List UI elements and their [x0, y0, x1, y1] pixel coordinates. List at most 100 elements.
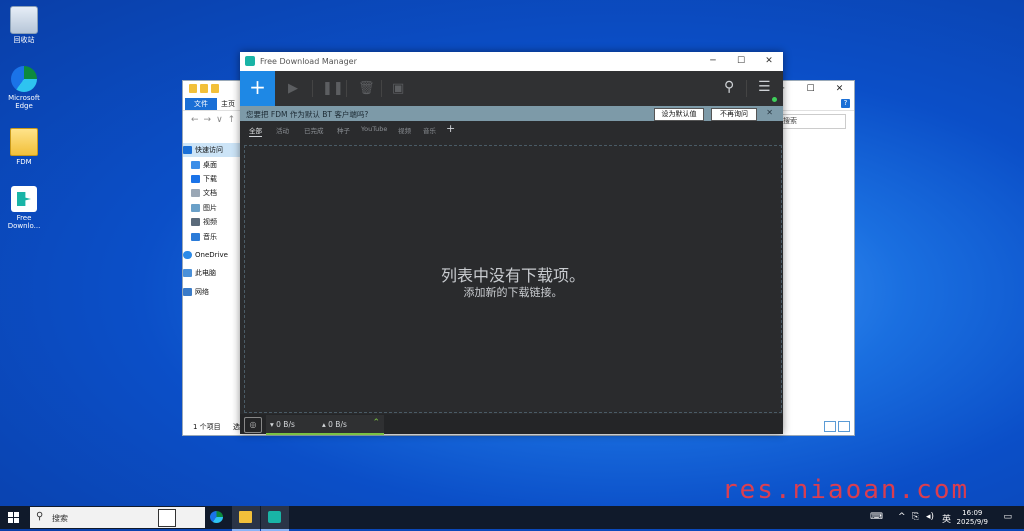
download-list[interactable]: 列表中没有下载项。 添加新的下载链接。	[244, 145, 782, 413]
explorer-search-input[interactable]: 搜索	[779, 114, 846, 129]
banner-text: 您要把 FDM 作为默认 BT 客户端吗?	[246, 110, 369, 119]
desktop-icon-label: Microsoft Edge	[8, 94, 40, 110]
fdm-window: Free Download Manager ─ ☐ ✕ + ▶ ❚❚ 🗑 ▣ ⚲…	[240, 52, 783, 435]
desktop-icon-label: FDM	[16, 158, 32, 166]
desktop-icon	[191, 160, 200, 169]
nav-item-network[interactable]: 网络	[183, 285, 241, 299]
picture-icon	[191, 203, 200, 212]
nav-item-onedrive[interactable]: OneDrive	[183, 248, 241, 262]
explorer-status-selected: 选	[233, 423, 240, 431]
desktop-icon-recycle-bin[interactable]: 回收站	[4, 6, 44, 44]
taskbar-clock[interactable]: 16:09 2025/9/9	[957, 509, 988, 527]
tab-youtube[interactable]: YouTube	[361, 125, 387, 133]
banner-close-icon[interactable]: ✕	[766, 108, 773, 117]
nav-arrows[interactable]: ←→∨↑	[191, 115, 240, 125]
search-icon: ⚲	[36, 511, 44, 522]
folder-icon	[10, 128, 38, 156]
desktop-icon-fdm-folder[interactable]: FDM	[4, 128, 44, 166]
explorer-status: 1 个项目	[193, 423, 221, 431]
network-icon	[183, 287, 192, 296]
desktop-icon-edge[interactable]: Microsoft Edge	[4, 66, 44, 110]
minimize-button[interactable]: ─	[699, 52, 727, 71]
taskbar: ⚲ 搜索 ⌨ ^ ⎘ ◂) 英 16:09 2025/9/9 ▭	[0, 506, 1024, 531]
nav-item-quick-access[interactable]: 快速访问	[183, 143, 241, 158]
large-icons-view-icon[interactable]	[838, 421, 850, 432]
nav-item-this-pc[interactable]: 此电脑	[183, 266, 241, 280]
fdm-app-icon	[11, 186, 37, 212]
star-icon	[183, 146, 192, 155]
fdm-filter-tabs: 全部 活动 已完成 种子 YouTube 视频 音乐 +	[240, 121, 783, 138]
pause-icon[interactable]: ❚❚	[322, 81, 344, 96]
nav-item-downloads[interactable]: 下载	[183, 172, 241, 186]
explorer-nav-pane: 快速访问 桌面 下载 文档 图片 视频 音乐 OneDrive 此电脑 网络	[183, 143, 241, 299]
fdm-titlebar: Free Download Manager ─ ☐ ✕	[240, 52, 783, 71]
edge-icon	[210, 511, 223, 523]
taskbar-edge[interactable]	[203, 506, 231, 529]
nav-item-documents[interactable]: 文档	[183, 186, 241, 200]
folder-icon	[239, 511, 252, 523]
ribbon-tab-file[interactable]: 文件	[185, 98, 217, 110]
move-folder-icon[interactable]: ▣	[392, 81, 404, 96]
set-default-button[interactable]: 设为默认值	[654, 108, 704, 121]
nav-item-music[interactable]: 音乐	[183, 229, 241, 243]
tab-active[interactable]: 活动	[276, 125, 289, 135]
maximize-button[interactable]: ☐	[796, 81, 825, 98]
add-link-hint: 添加新的下载链接。	[463, 286, 563, 299]
details-view-icon[interactable]	[824, 421, 836, 432]
desktop-icon-fdm-app[interactable]: Free Downlo...	[4, 186, 44, 230]
tab-music[interactable]: 音乐	[423, 125, 436, 135]
notification-icon[interactable]: ▭	[1003, 512, 1012, 522]
quick-access-toolbar[interactable]	[189, 84, 219, 93]
add-tab-icon[interactable]: +	[446, 122, 455, 135]
add-download-button[interactable]: +	[240, 71, 275, 106]
speed-limit-snail-icon[interactable]: ◎	[244, 417, 262, 433]
music-icon	[191, 232, 200, 241]
chevron-up-icon[interactable]: ^	[898, 512, 906, 522]
dont-ask-button[interactable]: 不再询问	[711, 108, 757, 121]
recycle-bin-icon	[10, 6, 38, 34]
keyboard-icon[interactable]: ⌨	[870, 512, 883, 522]
chevron-up-icon[interactable]: ⌃	[372, 418, 380, 428]
maximize-button[interactable]: ☐	[727, 52, 755, 71]
computer-icon	[183, 269, 192, 278]
download-icon	[191, 174, 200, 183]
fdm-logo-icon	[245, 56, 255, 66]
close-button[interactable]: ✕	[755, 52, 783, 71]
system-tray: ⌨ ^ ⎘ ◂) 英 16:09 2025/9/9 ▭	[864, 506, 1024, 529]
menu-icon[interactable]: ☰	[758, 79, 771, 95]
empty-list-message: 列表中没有下载项。	[440, 266, 585, 285]
ime-indicator[interactable]: 英	[942, 512, 951, 525]
download-speed: ▾ 0 B/s	[270, 420, 295, 429]
nav-item-videos[interactable]: 视频	[183, 215, 241, 229]
trash-icon[interactable]: 🗑	[358, 81, 375, 96]
fdm-app-icon	[268, 511, 281, 523]
network-icon[interactable]: ⎘	[912, 512, 919, 522]
edge-icon	[11, 66, 37, 92]
taskbar-search-box[interactable]: ⚲ 搜索	[30, 507, 205, 528]
ribbon-tab-home[interactable]: 主页	[221, 98, 235, 110]
search-icon[interactable]: ⚲	[724, 79, 734, 95]
taskbar-fdm[interactable]	[261, 506, 289, 531]
tab-torrents[interactable]: 种子	[337, 125, 350, 135]
start-button[interactable]	[8, 512, 19, 523]
volume-icon[interactable]: ◂)	[926, 512, 934, 522]
video-icon	[191, 218, 200, 227]
search-label: 搜索	[52, 514, 68, 523]
search-highlight-icon	[158, 509, 176, 527]
play-icon[interactable]: ▶	[288, 81, 298, 96]
nav-item-desktop[interactable]: 桌面	[183, 157, 241, 171]
taskbar-file-explorer[interactable]	[232, 506, 260, 531]
fdm-toolbar: + ▶ ❚❚ 🗑 ▣ ⚲ ☰	[240, 71, 783, 106]
nav-item-pictures[interactable]: 图片	[183, 201, 241, 215]
tab-video[interactable]: 视频	[398, 125, 411, 135]
default-client-banner: 您要把 FDM 作为默认 BT 客户端吗? 设为默认值 不再询问 ✕	[240, 106, 783, 121]
speed-panel[interactable]: ▾ 0 B/s ▴ 0 B/s ⌃	[266, 415, 384, 435]
tab-all[interactable]: 全部	[249, 125, 262, 137]
help-icon[interactable]: ?	[841, 99, 850, 108]
watermark-text: res.niaoan.com	[722, 475, 970, 505]
close-button[interactable]: ✕	[825, 81, 854, 98]
cloud-icon	[183, 250, 192, 259]
upload-speed: ▴ 0 B/s	[322, 420, 347, 429]
desktop-icon-label: Free Downlo...	[7, 214, 41, 230]
tab-completed[interactable]: 已完成	[304, 125, 324, 135]
